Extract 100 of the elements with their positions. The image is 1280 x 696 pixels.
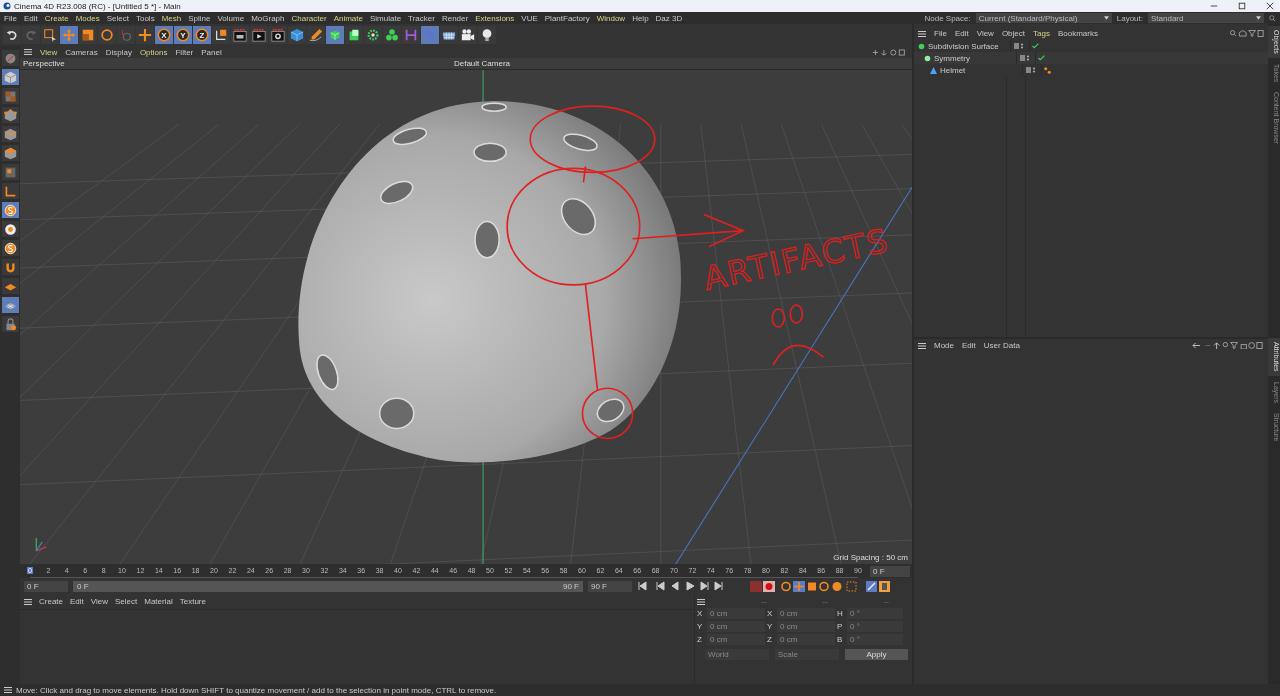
solo-button[interactable] (1, 240, 19, 256)
navigation-icons[interactable] (1192, 342, 1265, 349)
menu-item[interactable]: Modes (75, 13, 100, 23)
menu-item[interactable]: Tracker (408, 13, 435, 23)
scale-button[interactable] (79, 26, 97, 44)
menu-item[interactable]: Render (441, 13, 469, 23)
clapperboard-button[interactable] (231, 26, 249, 44)
workplane-button[interactable] (1, 278, 19, 294)
end-frame-field[interactable]: 90 F (588, 580, 632, 592)
magnet-button[interactable] (1, 259, 19, 275)
checkmark-icon[interactable] (1038, 55, 1045, 61)
menu-item[interactable]: Edit (954, 29, 969, 38)
gear-button[interactable] (364, 26, 382, 44)
undo-button[interactable] (3, 26, 21, 44)
phong-tag-icon[interactable] (1044, 66, 1051, 74)
search-icon[interactable] (1269, 14, 1276, 22)
search-filter-icons[interactable] (1230, 30, 1265, 37)
menu-icon[interactable] (24, 49, 32, 55)
camera-button[interactable] (459, 26, 477, 44)
menu-item[interactable]: MoGraph (251, 13, 285, 23)
menu-icon[interactable] (4, 687, 12, 693)
plus-button[interactable] (136, 26, 154, 44)
menu-item[interactable]: Select (115, 597, 138, 606)
uv-square-button[interactable] (1, 164, 19, 180)
visibility-toggle-icon[interactable] (1020, 55, 1032, 61)
menu-item[interactable]: Tools (135, 13, 155, 23)
layout-dropdown[interactable]: Standard (1148, 13, 1264, 23)
make-editable-button[interactable] (1, 50, 19, 66)
node-space-dropdown[interactable]: Current (Standard/Physical) (975, 13, 1112, 23)
menu-item[interactable]: Mode (934, 341, 954, 350)
visibility-toggle-icon[interactable] (1026, 67, 1038, 73)
axis-button[interactable] (1, 183, 19, 199)
object-row[interactable]: Helmet (914, 64, 1269, 76)
menu-item[interactable]: Tags (1033, 29, 1050, 38)
menu-item[interactable]: Volume (217, 13, 245, 23)
axis-lock-button[interactable]: X (155, 26, 173, 44)
menu-item[interactable]: Bookmarks (1057, 29, 1098, 38)
menu-item[interactable]: Create (39, 597, 63, 606)
menu-item[interactable]: View (90, 597, 108, 606)
floor-grid-button[interactable] (440, 26, 458, 44)
axis-lock-button[interactable]: Y (174, 26, 192, 44)
cube-polygons-button[interactable] (1, 145, 19, 161)
maximize-icon[interactable] (1238, 2, 1246, 10)
record-icon[interactable] (750, 580, 776, 592)
menu-item[interactable]: Create (44, 13, 69, 23)
start-frame-field[interactable]: 0 F (24, 580, 68, 592)
selection-rectangle-button[interactable] (41, 26, 59, 44)
menu-item[interactable]: Edit (23, 13, 38, 23)
axis-lock-button[interactable]: Z (193, 26, 211, 44)
menu-item[interactable]: Texture (179, 597, 206, 606)
cube-points-button[interactable] (1, 107, 19, 123)
menu-item[interactable]: Cameras (65, 47, 98, 57)
menu-item[interactable]: Extensions (475, 13, 515, 23)
menu-icon[interactable] (697, 598, 705, 605)
menu-icon[interactable] (918, 30, 926, 37)
menu-item[interactable]: VUE (521, 13, 538, 23)
menu-item[interactable]: View (976, 29, 994, 38)
menu-item[interactable]: Edit (962, 341, 976, 350)
menu-icon[interactable] (918, 342, 926, 349)
menu-item[interactable]: Daz 3D (655, 13, 683, 23)
menu-item[interactable]: Simulate (370, 13, 402, 23)
cube-button[interactable] (288, 26, 306, 44)
solo-button[interactable] (1, 202, 19, 218)
menu-item[interactable]: User Data (983, 341, 1020, 350)
clapperboard-gear-button[interactable] (269, 26, 287, 44)
object-row[interactable]: Symmetry (914, 52, 1269, 64)
frame-range-slider[interactable]: 0 F 90 F (73, 580, 583, 592)
menu-item[interactable]: File (4, 13, 17, 23)
menu-item[interactable]: Filter (175, 47, 194, 57)
menu-item[interactable]: Mesh (161, 13, 182, 23)
checkmark-icon[interactable] (1032, 43, 1039, 49)
menu-item[interactable]: Select (106, 13, 129, 23)
menu-item[interactable]: File (934, 29, 947, 38)
menu-icon[interactable] (24, 598, 32, 605)
lock-button[interactable] (1, 316, 19, 332)
navigation-icon[interactable] (872, 48, 906, 56)
menu-item[interactable]: PlantFactory (544, 13, 590, 23)
menu-item[interactable]: Animate (333, 13, 363, 23)
extrude-button[interactable] (345, 26, 363, 44)
menu-item[interactable]: Window (596, 13, 626, 23)
menu-item[interactable]: Help (632, 13, 649, 23)
cube-edges-button[interactable] (1, 126, 19, 142)
timeline-view-icon[interactable] (866, 580, 890, 592)
helmet-model[interactable] (298, 101, 681, 463)
spheres-button[interactable] (383, 26, 401, 44)
menu-item[interactable]: Edit (70, 597, 84, 606)
grid-plane-button[interactable] (1, 297, 19, 313)
current-frame-field[interactable]: 0 F (870, 565, 910, 577)
menu-item[interactable]: Spline (188, 13, 211, 23)
light-bulb-button[interactable] (478, 26, 496, 44)
rotate-button[interactable] (98, 26, 116, 44)
menu-item[interactable]: Panel (201, 47, 222, 57)
coordinate-system-button[interactable] (212, 26, 230, 44)
visibility-toggle-icon[interactable] (1014, 43, 1026, 49)
menu-item[interactable]: Material (144, 597, 173, 606)
menu-item[interactable]: Display (105, 47, 132, 57)
menu-item[interactable]: Options (139, 47, 168, 57)
cube-button[interactable] (1, 69, 19, 85)
pen-button[interactable] (307, 26, 325, 44)
clapperboard-play-button[interactable] (250, 26, 268, 44)
